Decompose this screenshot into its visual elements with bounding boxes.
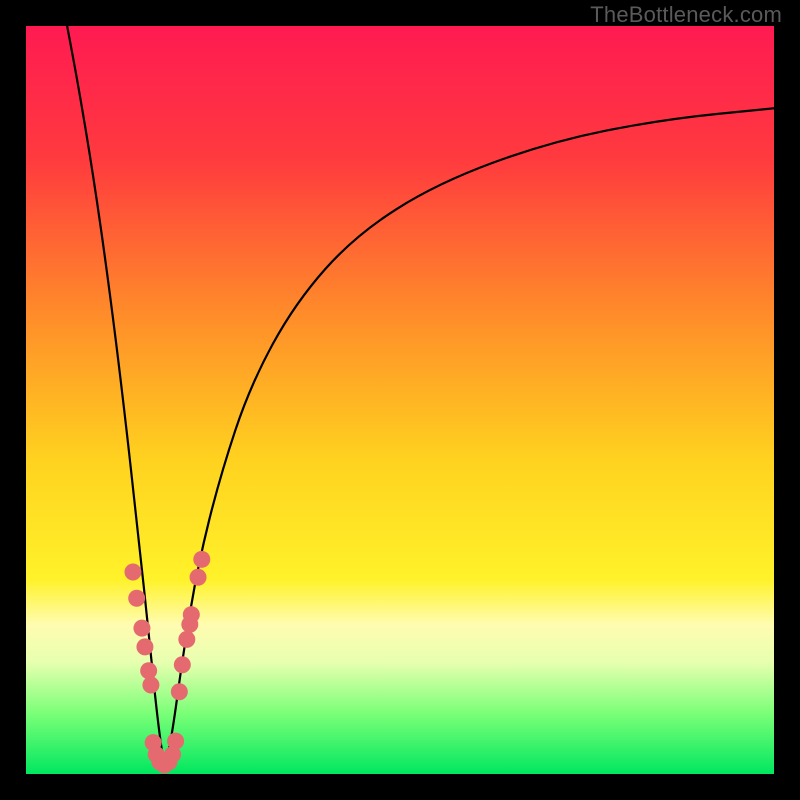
bottleneck-curve-svg	[26, 26, 774, 774]
marker-dot	[136, 638, 153, 655]
marker-dot	[142, 676, 159, 693]
marker-group	[124, 551, 210, 774]
marker-dot	[167, 733, 184, 750]
marker-dot	[193, 551, 210, 568]
marker-dot	[178, 631, 195, 648]
marker-dot	[124, 564, 141, 581]
marker-dot	[171, 683, 188, 700]
marker-dot	[140, 662, 157, 679]
marker-dot	[174, 656, 191, 673]
watermark-text: TheBottleneck.com	[590, 2, 782, 28]
bottleneck-curve	[67, 26, 774, 759]
marker-dot	[133, 620, 150, 637]
chart-frame: TheBottleneck.com	[0, 0, 800, 800]
marker-dot	[128, 590, 145, 607]
marker-dot	[183, 606, 200, 623]
marker-dot	[190, 569, 207, 586]
